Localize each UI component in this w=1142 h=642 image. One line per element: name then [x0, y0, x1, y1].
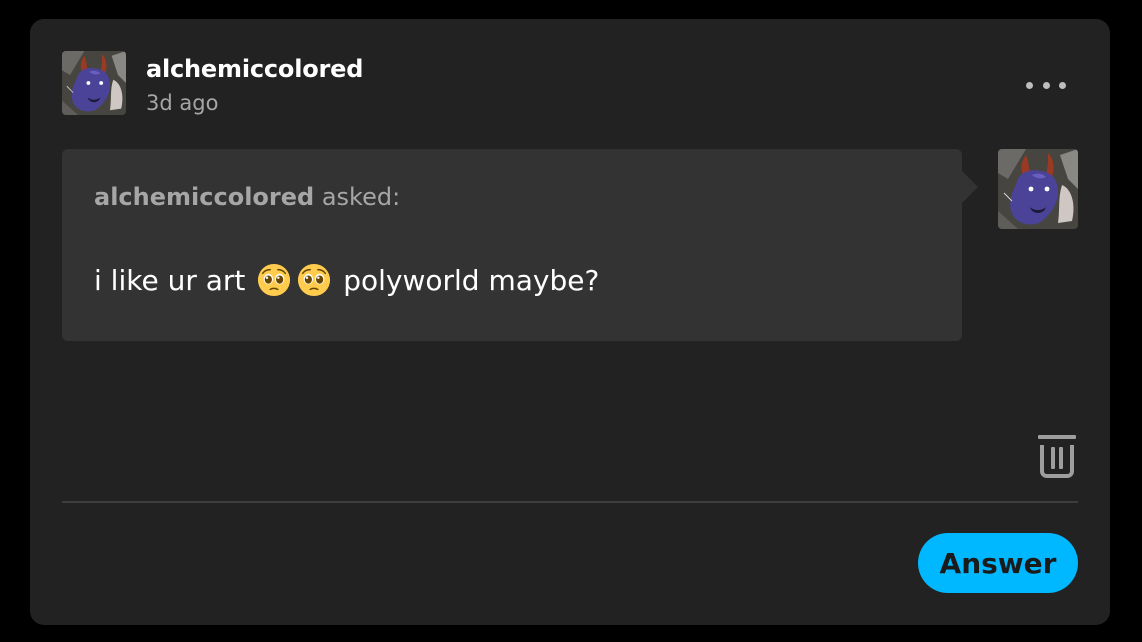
- asker-name[interactable]: alchemiccolored: [94, 183, 314, 211]
- ellipsis-icon: [1042, 81, 1050, 89]
- post-timestamp[interactable]: 3d ago: [146, 91, 218, 115]
- more-options-button[interactable]: [1024, 73, 1068, 97]
- ask-question: i like ur art polyworld maybe?: [94, 263, 599, 297]
- question-text-before: i like ur art: [94, 263, 255, 297]
- asked-label: asked:: [314, 183, 401, 211]
- dragon-avatar-icon: [998, 149, 1078, 229]
- pleading-face-emoji: [298, 263, 331, 297]
- ask-post-card: alchemiccolored 3d ago alchemiccolored a…: [30, 19, 1110, 625]
- footer-divider: [62, 501, 1078, 503]
- avatar[interactable]: [62, 51, 126, 115]
- question-text-after: polyworld maybe?: [334, 263, 600, 297]
- ellipsis-icon: [1059, 81, 1066, 89]
- ask-bubble: alchemiccolored asked: i like ur art pol…: [62, 149, 978, 341]
- pleading-face-emoji: [258, 263, 291, 297]
- trash-icon: [1038, 435, 1076, 478]
- dragon-avatar-icon: [62, 51, 126, 115]
- answer-button[interactable]: Answer: [918, 533, 1078, 593]
- ellipsis-icon: [1026, 81, 1033, 89]
- asker-avatar[interactable]: [998, 149, 1078, 229]
- post-username[interactable]: alchemiccolored: [146, 55, 363, 83]
- asker-line: alchemiccolored asked:: [94, 183, 400, 211]
- delete-button[interactable]: [1036, 433, 1078, 479]
